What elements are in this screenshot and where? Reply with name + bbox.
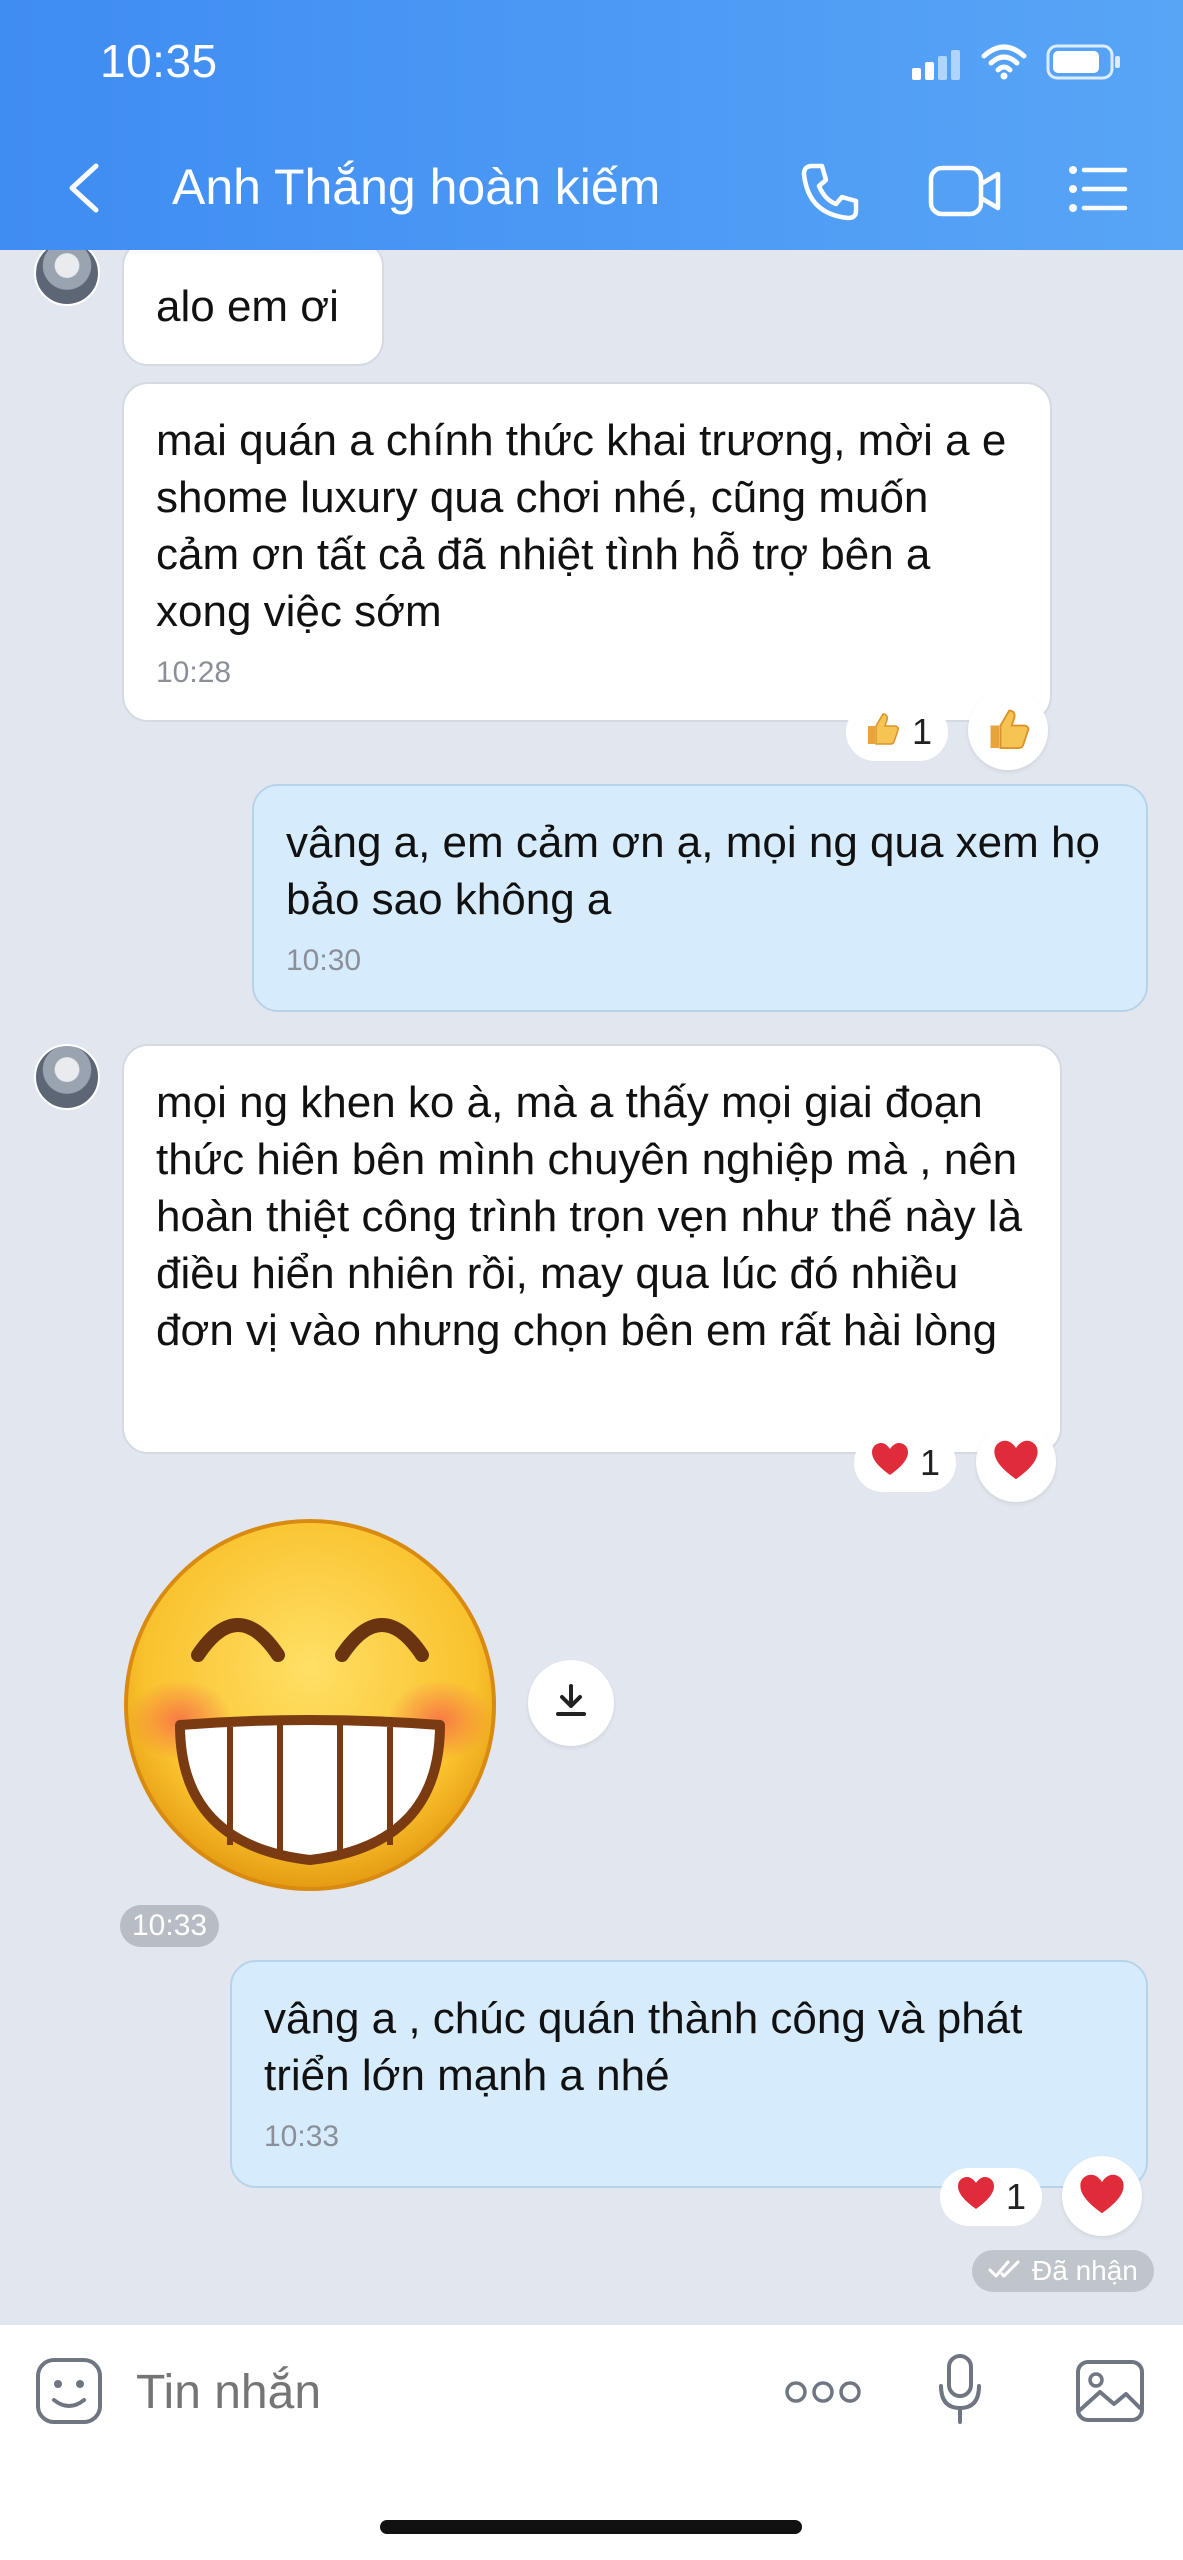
- signal-icon: [912, 48, 962, 85]
- message-text: mọi ng khen ko à, mà a thấy mọi giai đoạ…: [156, 1078, 1023, 1355]
- double-check-icon: [988, 2255, 1024, 2287]
- reaction-count-value: 1: [1006, 2176, 1027, 2217]
- reaction-button[interactable]: [1062, 2156, 1142, 2236]
- chat-header: 10:35 Anh Thắng hoàn kiếm: [0, 0, 1183, 250]
- message-bubble-received[interactable]: alo em ơi: [122, 240, 384, 366]
- menu-list-button[interactable]: [1068, 164, 1128, 219]
- message-input[interactable]: [136, 2362, 736, 2422]
- seen-label: Đã nhận: [1032, 2255, 1138, 2286]
- back-button[interactable]: [60, 160, 110, 216]
- heart-icon: [1078, 2172, 1126, 2221]
- battery-icon: [1046, 44, 1122, 85]
- heart-icon: [956, 2175, 996, 2220]
- message-bubble-received[interactable]: mọi ng khen ko à, mà a thấy mọi giai đoạ…: [122, 1044, 1062, 1454]
- heart-icon: [992, 1438, 1040, 1487]
- message-text: alo em ơi: [156, 282, 339, 331]
- sticker-emoji-button[interactable]: [34, 2356, 104, 2431]
- message-bubble-received[interactable]: mai quán a chính thức khai trương, mời a…: [122, 382, 1052, 722]
- message-bubble-sent[interactable]: vâng a, em cảm ơn ạ, mọi ng qua xem họ b…: [252, 784, 1148, 1012]
- reaction-count[interactable]: 1: [940, 2168, 1043, 2226]
- reaction-count[interactable]: 1: [846, 703, 949, 761]
- microphone-button[interactable]: [935, 2352, 985, 2433]
- message-time: 10:30: [286, 944, 362, 977]
- message-text: vâng a, em cảm ơn ạ, mọi ng qua xem họ b…: [286, 818, 1100, 924]
- image-gallery-button[interactable]: [1074, 2358, 1146, 2429]
- message-bubble-sent[interactable]: vâng a , chúc quán thành công và phát tr…: [230, 1960, 1148, 2188]
- reaction-count[interactable]: 1: [854, 1434, 957, 1492]
- heart-icon: [870, 1441, 910, 1486]
- more-options-button[interactable]: [784, 2378, 862, 2411]
- download-icon: [552, 1682, 590, 1725]
- video-call-button[interactable]: [928, 162, 1002, 225]
- message-time: 10:33: [264, 2120, 340, 2153]
- reaction-button[interactable]: [976, 1422, 1056, 1502]
- home-indicator: [380, 2520, 802, 2534]
- sticker-grinning-emoji[interactable]: [120, 1515, 500, 1895]
- delivery-status: Đã nhận: [972, 2250, 1154, 2292]
- reaction-count-value: 1: [912, 711, 933, 752]
- message-text: mai quán a chính thức khai trương, mời a…: [156, 416, 1007, 636]
- thumbs-up-icon: [862, 708, 902, 757]
- download-button[interactable]: [528, 1660, 614, 1746]
- phone-call-button[interactable]: [798, 160, 862, 229]
- avatar[interactable]: [34, 1044, 100, 1110]
- wifi-icon: [980, 42, 1028, 85]
- message-text: vâng a , chúc quán thành công và phát tr…: [264, 1994, 1023, 2100]
- status-time: 10:35: [100, 35, 218, 87]
- message-time: 10:33: [120, 1905, 220, 1947]
- message-time: 10:28: [156, 656, 232, 689]
- thumbs-up-icon: [983, 703, 1033, 758]
- reaction-count-value: 1: [920, 1442, 941, 1483]
- contact-name[interactable]: Anh Thắng hoàn kiếm: [172, 158, 660, 216]
- reaction-button[interactable]: [968, 690, 1048, 770]
